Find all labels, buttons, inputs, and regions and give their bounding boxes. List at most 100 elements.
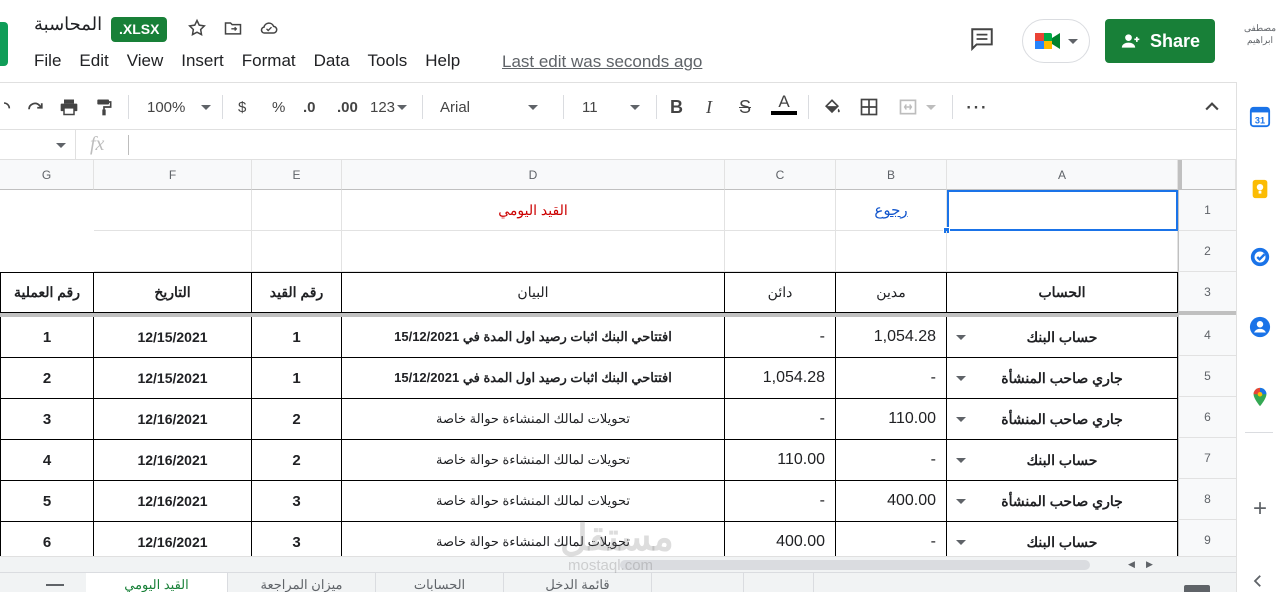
journal-title-cell[interactable]: القيد اليومي [342,190,725,231]
font-select[interactable]: Arial [440,95,539,119]
sheet-tab-journal[interactable]: القيد اليومي [86,573,228,592]
scroll-left-icon[interactable]: ◀ [1128,559,1135,570]
cell-c2[interactable] [725,231,836,272]
cell-f2[interactable] [94,231,252,272]
cell-account[interactable]: جاري صاحب المنشأة [947,358,1178,399]
all-sheets-menu-icon[interactable] [46,584,64,592]
share-button[interactable]: Share [1105,19,1215,63]
select-all-corner[interactable] [1178,160,1236,190]
cell-credit[interactable]: - [725,317,836,358]
header-description[interactable]: البيان [342,272,725,313]
keep-icon[interactable] [1249,178,1271,200]
menu-edit[interactable]: Edit [79,51,108,71]
row-header-1[interactable]: 1 [1178,190,1236,231]
name-box[interactable] [0,130,76,160]
strikethrough-icon[interactable]: S [739,95,751,119]
sheet-tab-trial-balance[interactable]: ميزان المراجعة [228,573,376,592]
column-header-b[interactable]: B [836,160,947,190]
paint-format-icon[interactable] [94,95,114,119]
row-header-2[interactable]: 2 [1178,231,1236,272]
get-addons-plus-icon[interactable]: + [1249,497,1271,521]
row-header-8[interactable]: 8 [1178,479,1236,520]
cell-operation-no[interactable]: 2 [0,358,94,399]
column-header-f[interactable]: F [94,160,252,190]
redo-icon[interactable] [24,95,46,119]
cell-account[interactable]: حساب البنك [947,317,1178,358]
column-header-c[interactable]: C [725,160,836,190]
header-date[interactable]: التاريخ [94,272,252,313]
header-credit[interactable]: دائن [725,272,836,313]
cell-date[interactable]: 12/16/2021 [94,481,252,522]
cell-entry-no[interactable]: 3 [252,522,342,556]
calendar-icon[interactable]: 31 [1249,106,1271,128]
account-dropdown-chevron-down-icon[interactable] [956,335,966,340]
increase-decimal-button[interactable]: .00 [337,95,358,119]
menu-insert[interactable]: Insert [181,51,224,71]
decrease-decimal-button[interactable]: .0 [303,95,316,119]
cell-a2[interactable] [947,231,1178,272]
header-account[interactable]: الحساب [947,272,1178,313]
cell-date[interactable]: 12/15/2021 [94,358,252,399]
cell-debit[interactable]: 400.00 [836,481,947,522]
fill-color-icon[interactable] [821,95,843,119]
font-size-select[interactable]: 11 [582,95,640,119]
cell-operation-no[interactable]: 6 [0,522,94,556]
row-header-7[interactable]: 7 [1178,438,1236,479]
cell-account[interactable]: حساب البنك [947,522,1178,556]
cell-operation-no[interactable]: 4 [0,440,94,481]
cell-account[interactable]: جاري صاحب المنشأة [947,481,1178,522]
menu-format[interactable]: Format [242,51,296,71]
header-debit[interactable]: مدين [836,272,947,313]
undo-icon[interactable] [0,95,12,119]
row-header-5[interactable]: 5 [1178,356,1236,397]
row-header-9[interactable]: 9 [1178,520,1236,556]
cell-g1[interactable] [0,190,94,231]
cell-entry-no[interactable]: 3 [252,481,342,522]
cell-b2[interactable] [836,231,947,272]
more-formats-button[interactable]: 123 [370,95,408,119]
header-operation-no[interactable]: رقم العملية [0,272,94,313]
cell-credit[interactable]: 1,054.28 [725,358,836,399]
cell-entry-no[interactable]: 1 [252,358,342,399]
percent-format-button[interactable]: % [272,95,285,119]
header-entry-no[interactable]: رقم القيد [252,272,342,313]
text-color-icon[interactable]: A [771,93,797,117]
selected-cell-a1[interactable] [947,190,1178,231]
cell-f1[interactable] [94,190,252,231]
cell-d2[interactable] [342,231,725,272]
document-title[interactable]: المحاسبة [34,14,102,35]
cell-c1[interactable] [725,190,836,231]
sheet-tab-income-statement[interactable]: قائمة الدخل [504,573,652,592]
user-avatar[interactable]: مصطفى ابراهيم [1240,22,1280,46]
cell-date[interactable]: 12/15/2021 [94,317,252,358]
italic-icon[interactable]: I [706,95,712,119]
menu-view[interactable]: View [127,51,164,71]
bold-icon[interactable]: B [670,95,683,119]
sheet-tab-5[interactable] [652,573,744,592]
cell-entry-no[interactable]: 1 [252,317,342,358]
menu-help[interactable]: Help [425,51,460,71]
cell-debit[interactable]: - [836,440,947,481]
sheets-logo-icon[interactable] [0,22,8,66]
column-header-a[interactable]: A [947,160,1178,190]
collapse-menu-chevron-up-icon[interactable] [1202,95,1222,119]
cell-operation-no[interactable]: 3 [0,399,94,440]
sheet-tab-6[interactable] [744,573,814,592]
menu-file[interactable]: File [34,51,61,71]
cell-account[interactable]: جاري صاحب المنشأة [947,399,1178,440]
cell-description[interactable]: افتتاحي البنك اثبات رصيد اول المدة في 15… [342,317,725,358]
cell-debit[interactable]: 110.00 [836,399,947,440]
more-options-icon[interactable]: ⋯ [965,94,988,119]
row-header-4[interactable]: 4 [1178,315,1236,356]
account-dropdown-chevron-down-icon[interactable] [956,417,966,422]
contacts-icon[interactable] [1249,316,1271,338]
cell-e2[interactable] [252,231,342,272]
cell-credit[interactable]: - [725,399,836,440]
maps-icon[interactable] [1249,386,1271,408]
move-folder-icon[interactable] [222,17,244,39]
menu-data[interactable]: Data [314,51,350,71]
last-edit-link[interactable]: Last edit was seconds ago [502,52,702,72]
currency-format-button[interactable]: $ [238,95,246,119]
cell-account[interactable]: حساب البنك [947,440,1178,481]
cloud-saved-icon[interactable] [258,17,280,39]
